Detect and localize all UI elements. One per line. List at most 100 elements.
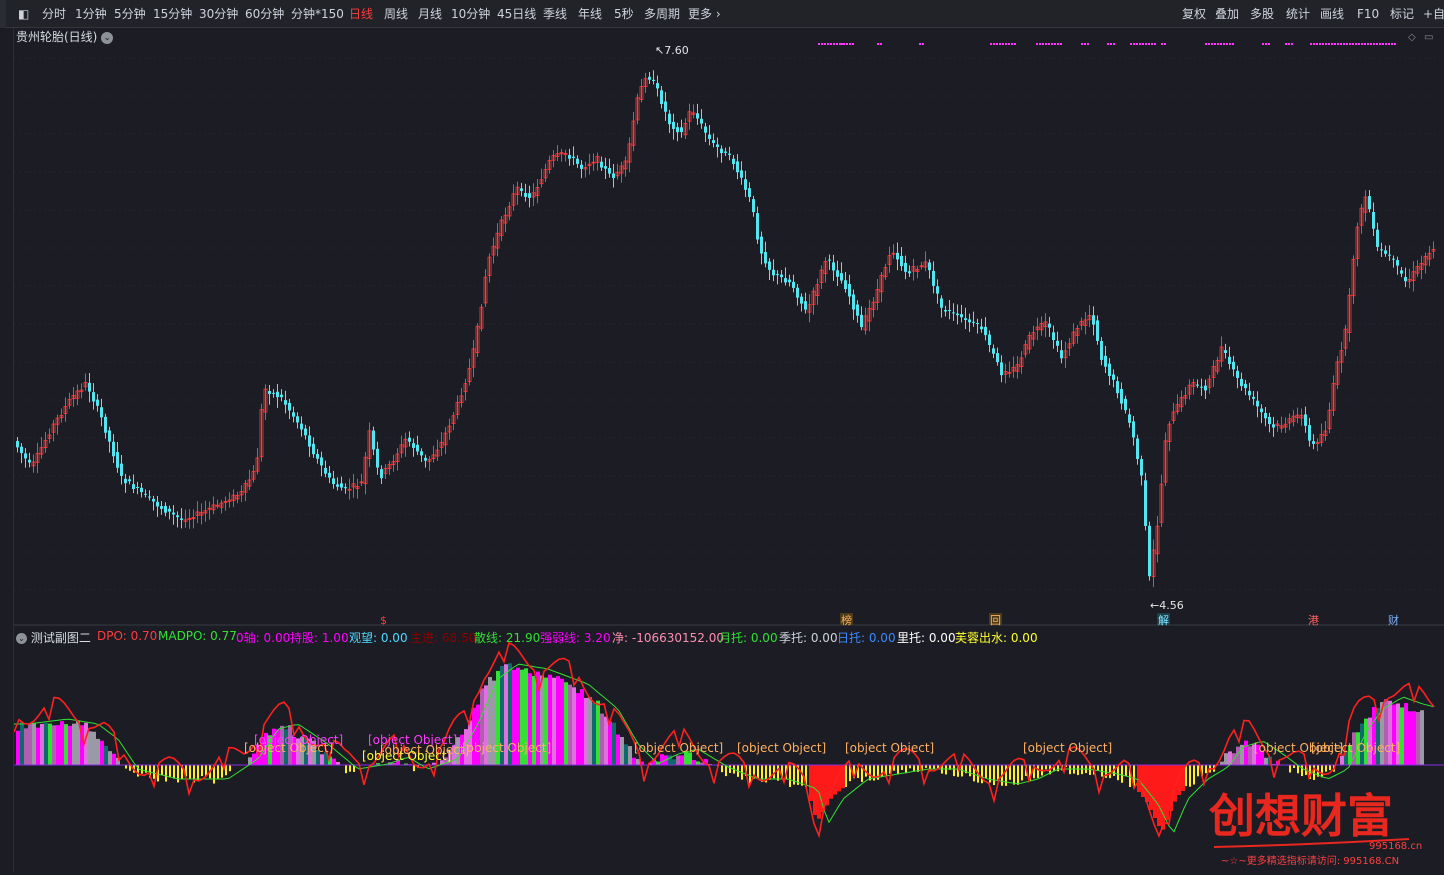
tab-15min[interactable]: 15分钟 (153, 0, 192, 28)
custom-button[interactable]: +自 (1423, 0, 1444, 28)
indicator-bar-negative (749, 765, 751, 783)
event-marker-bang[interactable]: 榜 (841, 613, 852, 626)
candle-body (1048, 324, 1051, 328)
indicator-bar-negative (945, 765, 947, 774)
signal-dot (1388, 43, 1390, 45)
candle-body (296, 416, 299, 422)
candle-body (704, 127, 707, 133)
fuquan-button[interactable]: 复权 (1182, 0, 1206, 28)
tab-min150[interactable]: 分钟*150 (291, 0, 344, 28)
event-marker-dollar[interactable]: $ (380, 614, 387, 626)
draw-button[interactable]: 画线 (1320, 0, 1344, 28)
indicator-bar-negative (1301, 765, 1303, 776)
indicator-bar-positive (560, 679, 564, 765)
tab-more[interactable]: 更多 › (688, 0, 721, 28)
indicator-bar-positive (40, 724, 44, 765)
indicator-bar-negative (845, 765, 847, 787)
tab-5sec[interactable]: 5秒 (614, 0, 634, 28)
indicator-bar-negative (201, 765, 203, 776)
indicator-bar-negative (1017, 765, 1019, 785)
candle-body (680, 127, 683, 132)
candle-body (608, 168, 611, 174)
signal-dot (1142, 43, 1144, 45)
candle-body (928, 262, 931, 270)
indicator-panel[interactable]: [object Object] [object Object] [object … (14, 627, 1444, 872)
candle-body (972, 322, 975, 323)
indicator-bar-negative (981, 765, 983, 783)
signal-dot (880, 43, 882, 45)
tab-weekly[interactable]: 周线 (384, 0, 408, 28)
signal-dot (846, 43, 848, 45)
indicator-bar-positive (1340, 756, 1344, 765)
event-marker-hui[interactable]: 回 (990, 614, 1001, 626)
signal-dot (1313, 43, 1315, 45)
tab-45day[interactable]: 45日线 (497, 0, 536, 28)
stats-button[interactable]: 统计 (1286, 0, 1310, 28)
f10-button[interactable]: F10 (1357, 0, 1379, 28)
event-marker-cai[interactable]: 财 (1388, 613, 1399, 626)
candle-body (140, 488, 143, 492)
chevron-down-icon[interactable]: ⌄ (101, 32, 113, 44)
page-title: 贵州轮胎(日线) (16, 30, 97, 44)
indicator-bar-negative (1077, 765, 1079, 775)
candle-body (1000, 362, 1003, 375)
signal-dot (1334, 43, 1336, 45)
candle-body (1132, 421, 1135, 437)
tab-yearly[interactable]: 年线 (578, 0, 602, 28)
signal-dot (1385, 43, 1387, 45)
signal-dot (1373, 43, 1375, 45)
indicator-bar-positive (608, 721, 612, 765)
mark-button[interactable]: 标记 (1390, 0, 1414, 28)
event-marker-gang[interactable]: 港 (1308, 614, 1319, 626)
indicator-value-5: 主进: 68.50 (410, 629, 476, 646)
tab-multi-period[interactable]: 多周期 (644, 0, 680, 28)
candle-body (1060, 350, 1063, 358)
indicator-bar-negative (757, 765, 759, 778)
tab-fenshi[interactable]: 分时 (42, 0, 66, 28)
indicator-bar-positive (1264, 758, 1268, 765)
candle-body (664, 102, 667, 112)
gear-icon[interactable]: ⌄ (16, 633, 27, 644)
indicator-bar-negative (1097, 765, 1099, 771)
candle-body (788, 280, 791, 283)
candle-body (780, 275, 783, 277)
indicator-bar-positive (1248, 746, 1252, 765)
candlestick-chart[interactable]: ↖7.60 ←4.56 $ 榜 回 解 港 财 ◇ ▭ (14, 28, 1444, 626)
indicator-bar-positive (568, 685, 572, 765)
signal-dot (1285, 43, 1287, 45)
candle-body (1256, 401, 1259, 407)
tab-5min[interactable]: 5分钟 (114, 0, 146, 28)
tab-10min[interactable]: 10分钟 (451, 0, 490, 28)
candle-body (900, 256, 903, 266)
high-price-label: ↖7.60 (655, 44, 689, 57)
candle-body (1396, 260, 1399, 265)
candle-body (344, 487, 347, 488)
left-edge-tab[interactable] (0, 0, 6, 28)
tab-60min[interactable]: 60分钟 (245, 0, 284, 28)
indicator-bar-positive (72, 724, 76, 765)
candle-body (648, 77, 651, 80)
event-marker-jie[interactable]: 解 (1158, 613, 1169, 626)
signal-dot (818, 43, 820, 45)
tab-1min[interactable]: 1分钟 (75, 0, 107, 28)
tab-30min[interactable]: 30分钟 (199, 0, 238, 28)
signal-dot (1288, 43, 1290, 45)
indicator-bar-positive (576, 693, 580, 765)
tab-monthly[interactable]: 月线 (418, 0, 442, 28)
signal-dot (1316, 43, 1318, 45)
candle-body (152, 499, 155, 502)
candle-body (712, 140, 715, 143)
indicator-chart[interactable]: [object Object] [object Object] [object … (14, 627, 1444, 872)
tab-quarterly[interactable]: 季线 (543, 0, 567, 28)
indicator-bar-positive (16, 731, 20, 765)
signal-dot (1331, 43, 1333, 45)
candle-body (792, 282, 795, 288)
overlay-button[interactable]: 叠加 (1215, 0, 1239, 28)
signal-dots-row (818, 43, 1396, 45)
multi-stock-button[interactable]: 多股 (1250, 0, 1274, 28)
price-chart-panel[interactable]: ↖7.60 ←4.56 $ 榜 回 解 港 财 ◇ ▭ 贵州轮胎(日线) ⌄ (14, 28, 1444, 626)
candle-body (424, 458, 427, 461)
panel-toggle-icon[interactable]: ◧ (18, 0, 29, 28)
tab-daily[interactable]: 日线 (349, 0, 373, 28)
indicator-bar-negative (1289, 765, 1291, 773)
